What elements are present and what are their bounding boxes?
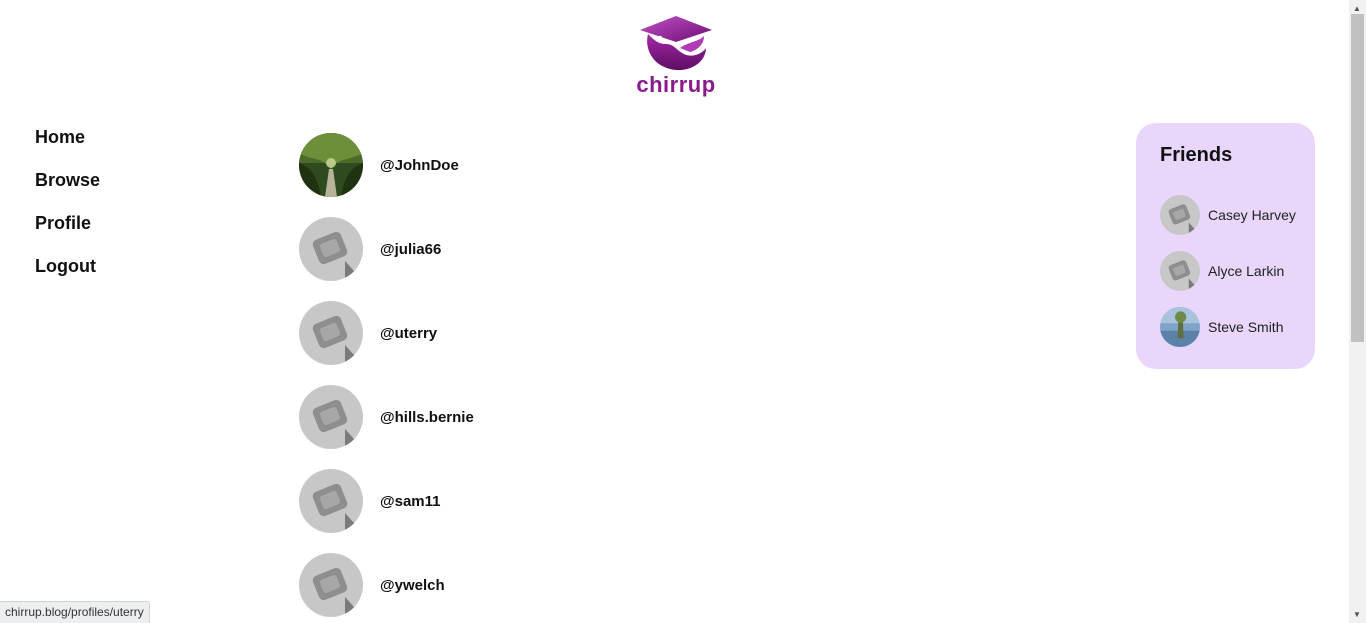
default-avatar-icon	[299, 469, 363, 533]
link-status-bar: chirrup.blog/profiles/uterry	[0, 601, 150, 623]
scroll-up-icon[interactable]: ▲	[1353, 4, 1361, 13]
user-list-item[interactable]: @ywelch	[299, 543, 474, 623]
user-list-item[interactable]: @julia66	[299, 207, 474, 291]
user-list: @JohnDoe @julia66 @uterry @hills.bernie …	[299, 123, 474, 623]
nav-browse-link[interactable]: Browse	[35, 169, 100, 212]
user-handle[interactable]: @ywelch	[380, 577, 445, 594]
nav-logout-link[interactable]: Logout	[35, 255, 100, 298]
default-avatar-icon	[299, 385, 363, 449]
friend-item[interactable]: Casey Harvey	[1160, 187, 1315, 243]
friend-avatar-default[interactable]	[1160, 195, 1200, 235]
user-handle[interactable]: @JohnDoe	[380, 157, 459, 174]
user-list-item[interactable]: @uterry	[299, 291, 474, 375]
friends-panel: Friends Casey Harvey Alyce Larkin Steve …	[1136, 123, 1315, 369]
scroll-down-icon[interactable]: ▼	[1353, 610, 1361, 619]
user-handle[interactable]: @julia66	[380, 241, 441, 258]
user-handle[interactable]: @sam11	[380, 493, 441, 510]
friend-name[interactable]: Casey Harvey	[1208, 207, 1296, 223]
friend-item[interactable]: Alyce Larkin	[1160, 243, 1315, 299]
page-scrollbar[interactable]: ▲ ▼	[1349, 0, 1366, 623]
user-list-item[interactable]: @sam11	[299, 459, 474, 543]
default-avatar-icon	[299, 553, 363, 617]
nav-profile-link[interactable]: Profile	[35, 212, 100, 255]
bird-graduation-cap-icon	[640, 16, 712, 71]
default-avatar-icon	[299, 301, 363, 365]
user-avatar-default[interactable]	[299, 217, 363, 281]
lake-photo-icon	[1160, 307, 1200, 347]
default-avatar-icon	[1160, 251, 1200, 291]
friend-avatar-photo[interactable]	[1160, 307, 1200, 347]
friend-avatar-default[interactable]	[1160, 251, 1200, 291]
friend-item[interactable]: Steve Smith	[1160, 299, 1315, 355]
user-avatar-photo[interactable]	[299, 133, 363, 197]
trees-photo-icon	[299, 133, 363, 197]
friend-name[interactable]: Steve Smith	[1208, 319, 1283, 335]
user-list-item[interactable]: @hills.bernie	[299, 375, 474, 459]
user-handle[interactable]: @hills.bernie	[380, 409, 474, 426]
friend-name[interactable]: Alyce Larkin	[1208, 263, 1284, 279]
default-avatar-icon	[299, 217, 363, 281]
user-avatar-default[interactable]	[299, 469, 363, 533]
main-nav: Home Browse Profile Logout	[35, 126, 100, 298]
friends-title: Friends	[1160, 144, 1233, 166]
nav-home-link[interactable]: Home	[35, 126, 100, 169]
default-avatar-icon	[1160, 195, 1200, 235]
user-list-item[interactable]: @JohnDoe	[299, 123, 474, 207]
user-avatar-default[interactable]	[299, 301, 363, 365]
user-avatar-default[interactable]	[299, 385, 363, 449]
chirrup-logo[interactable]: chirrup	[632, 14, 720, 100]
scrollbar-thumb[interactable]	[1351, 14, 1364, 342]
user-handle[interactable]: @uterry	[380, 325, 437, 342]
brand-name: chirrup	[636, 72, 716, 97]
user-avatar-default[interactable]	[299, 553, 363, 617]
